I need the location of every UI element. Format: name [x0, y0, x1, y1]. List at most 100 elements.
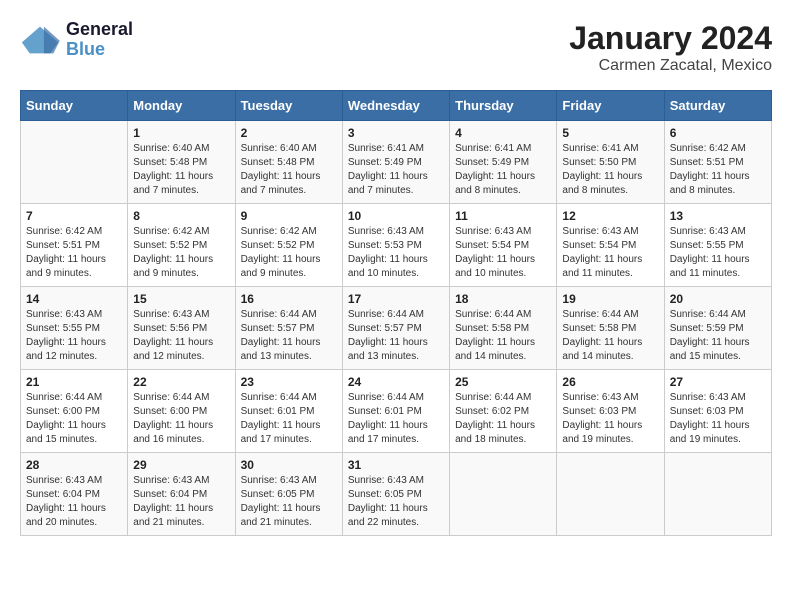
- calendar-week-row: 28Sunrise: 6:43 AMSunset: 6:04 PMDayligh…: [21, 453, 772, 536]
- calendar-cell: 29 Sunrise: 6:43 AMSunset: 6:04 PMDayligh…: [128, 453, 235, 536]
- day-info: Sunrise: 6:43 AMSunset: 6:05 PMDaylight:…: [241, 474, 337, 530]
- calendar-cell: 12 Sunrise: 6:43 AMSunset: 5:54 PMDayligh…: [557, 204, 664, 287]
- day-number: 19: [562, 292, 658, 306]
- calendar-cell: 13Sunrise: 6:43 AMSunset: 5:55 PMDayligh…: [664, 204, 771, 287]
- day-number: 2: [241, 126, 337, 140]
- day-number: 10: [348, 209, 444, 223]
- day-info: Sunrise: 6:44 AMSunset: 5:58 PMDaylight:…: [562, 308, 658, 364]
- day-info: Sunrise: 6:43 AMSunset: 6:04 PMDaylight:…: [26, 474, 122, 530]
- subtitle: Carmen Zacatal, Mexico: [569, 57, 772, 75]
- day-number: 16: [241, 292, 337, 306]
- calendar-header-row: SundayMondayTuesdayWednesdayThursdayFrid…: [21, 91, 772, 121]
- day-info: Sunrise: 6:44 AMSunset: 6:00 PMDaylight:…: [133, 391, 229, 447]
- calendar-cell: 17 Sunrise: 6:44 AMSunset: 5:57 PMDayligh…: [342, 287, 449, 370]
- calendar-cell: [21, 121, 128, 204]
- calendar-cell: 8Sunrise: 6:42 AMSunset: 5:52 PMDaylight…: [128, 204, 235, 287]
- day-number: 20: [670, 292, 766, 306]
- day-info: Sunrise: 6:43 AMSunset: 6:04 PMDaylight:…: [133, 474, 229, 530]
- calendar-cell: 23 Sunrise: 6:44 AMSunset: 6:01 PMDayligh…: [235, 370, 342, 453]
- day-number: 7: [26, 209, 122, 223]
- page-header: General Blue January 2024 Carmen Zacatal…: [20, 20, 772, 75]
- day-number: 11: [455, 209, 551, 223]
- calendar-week-row: 21 Sunrise: 6:44 AMSunset: 6:00 PMDayligh…: [21, 370, 772, 453]
- calendar-cell: 21Sunrise: 6:44 AMSunset: 6:00 PMDayligh…: [21, 370, 128, 453]
- calendar-cell: 3 Sunrise: 6:41 AMSunset: 5:49 PMDaylight…: [342, 121, 449, 204]
- calendar-cell: 28Sunrise: 6:43 AMSunset: 6:04 PMDayligh…: [21, 453, 128, 536]
- day-number: 3: [348, 126, 444, 140]
- col-header-wednesday: Wednesday: [342, 91, 449, 121]
- day-info: Sunrise: 6:43 AMSunset: 5:53 PMDaylight:…: [348, 225, 444, 281]
- day-number: 18: [455, 292, 551, 306]
- calendar-cell: 24Sunrise: 6:44 AMSunset: 6:01 PMDayligh…: [342, 370, 449, 453]
- calendar-week-row: 14 Sunrise: 6:43 AMSunset: 5:55 PMDayligh…: [21, 287, 772, 370]
- day-info: Sunrise: 6:44 AMSunset: 6:02 PMDaylight:…: [455, 391, 551, 447]
- calendar-cell: 19 Sunrise: 6:44 AMSunset: 5:58 PMDayligh…: [557, 287, 664, 370]
- day-number: 14: [26, 292, 122, 306]
- calendar-cell: 5Sunrise: 6:41 AMSunset: 5:50 PMDaylight…: [557, 121, 664, 204]
- col-header-tuesday: Tuesday: [235, 91, 342, 121]
- logo-icon: [20, 25, 60, 55]
- calendar-cell: 6 Sunrise: 6:42 AMSunset: 5:51 PMDaylight…: [664, 121, 771, 204]
- calendar-cell: [450, 453, 557, 536]
- col-header-thursday: Thursday: [450, 91, 557, 121]
- col-header-saturday: Saturday: [664, 91, 771, 121]
- day-info: Sunrise: 6:44 AMSunset: 5:57 PMDaylight:…: [348, 308, 444, 364]
- day-info: Sunrise: 6:43 AMSunset: 5:54 PMDaylight:…: [562, 225, 658, 281]
- day-number: 9: [241, 209, 337, 223]
- calendar-cell: 11 Sunrise: 6:43 AMSunset: 5:54 PMDayligh…: [450, 204, 557, 287]
- day-number: 21: [26, 375, 122, 389]
- calendar-cell: [557, 453, 664, 536]
- calendar-cell: 26 Sunrise: 6:43 AMSunset: 6:03 PMDayligh…: [557, 370, 664, 453]
- calendar-cell: 9 Sunrise: 6:42 AMSunset: 5:52 PMDaylight…: [235, 204, 342, 287]
- logo-text: General Blue: [66, 20, 133, 60]
- calendar-cell: 25 Sunrise: 6:44 AMSunset: 6:02 PMDayligh…: [450, 370, 557, 453]
- calendar-cell: 4 Sunrise: 6:41 AMSunset: 5:49 PMDaylight…: [450, 121, 557, 204]
- calendar-cell: 30 Sunrise: 6:43 AMSunset: 6:05 PMDayligh…: [235, 453, 342, 536]
- day-info: Sunrise: 6:44 AMSunset: 6:01 PMDaylight:…: [241, 391, 337, 447]
- day-number: 17: [348, 292, 444, 306]
- day-info: Sunrise: 6:41 AMSunset: 5:49 PMDaylight:…: [348, 142, 444, 198]
- day-info: Sunrise: 6:44 AMSunset: 5:58 PMDaylight:…: [455, 308, 551, 364]
- day-info: Sunrise: 6:40 AMSunset: 5:48 PMDaylight:…: [241, 142, 337, 198]
- day-info: Sunrise: 6:41 AMSunset: 5:50 PMDaylight:…: [562, 142, 658, 198]
- day-info: Sunrise: 6:42 AMSunset: 5:52 PMDaylight:…: [241, 225, 337, 281]
- day-info: Sunrise: 6:43 AMSunset: 5:56 PMDaylight:…: [133, 308, 229, 364]
- day-number: 6: [670, 126, 766, 140]
- calendar-week-row: 1 Sunrise: 6:40 AMSunset: 5:48 PMDaylight…: [21, 121, 772, 204]
- calendar-cell: 16 Sunrise: 6:44 AMSunset: 5:57 PMDayligh…: [235, 287, 342, 370]
- title-area: January 2024 Carmen Zacatal, Mexico: [569, 20, 772, 75]
- calendar-cell: 27 Sunrise: 6:43 AMSunset: 6:03 PMDayligh…: [664, 370, 771, 453]
- calendar-cell: [664, 453, 771, 536]
- calendar-week-row: 7Sunrise: 6:42 AMSunset: 5:51 PMDaylight…: [21, 204, 772, 287]
- day-info: Sunrise: 6:41 AMSunset: 5:49 PMDaylight:…: [455, 142, 551, 198]
- day-number: 13: [670, 209, 766, 223]
- day-number: 25: [455, 375, 551, 389]
- day-number: 26: [562, 375, 658, 389]
- day-info: Sunrise: 6:44 AMSunset: 5:59 PMDaylight:…: [670, 308, 766, 364]
- day-number: 27: [670, 375, 766, 389]
- day-info: Sunrise: 6:43 AMSunset: 6:03 PMDaylight:…: [562, 391, 658, 447]
- calendar-cell: 15 Sunrise: 6:43 AMSunset: 5:56 PMDayligh…: [128, 287, 235, 370]
- calendar-cell: 1 Sunrise: 6:40 AMSunset: 5:48 PMDaylight…: [128, 121, 235, 204]
- day-info: Sunrise: 6:44 AMSunset: 5:57 PMDaylight:…: [241, 308, 337, 364]
- main-title: January 2024: [569, 20, 772, 57]
- day-info: Sunrise: 6:43 AMSunset: 5:54 PMDaylight:…: [455, 225, 551, 281]
- calendar-table: SundayMondayTuesdayWednesdayThursdayFrid…: [20, 90, 772, 536]
- day-info: Sunrise: 6:43 AMSunset: 5:55 PMDaylight:…: [26, 308, 122, 364]
- day-number: 30: [241, 458, 337, 472]
- day-info: Sunrise: 6:42 AMSunset: 5:51 PMDaylight:…: [670, 142, 766, 198]
- day-number: 1: [133, 126, 229, 140]
- day-number: 4: [455, 126, 551, 140]
- day-number: 15: [133, 292, 229, 306]
- day-info: Sunrise: 6:42 AMSunset: 5:52 PMDaylight:…: [133, 225, 229, 281]
- day-number: 29: [133, 458, 229, 472]
- day-number: 23: [241, 375, 337, 389]
- day-info: Sunrise: 6:43 AMSunset: 6:03 PMDaylight:…: [670, 391, 766, 447]
- day-number: 31: [348, 458, 444, 472]
- calendar-cell: 2 Sunrise: 6:40 AMSunset: 5:48 PMDaylight…: [235, 121, 342, 204]
- day-number: 12: [562, 209, 658, 223]
- day-info: Sunrise: 6:40 AMSunset: 5:48 PMDaylight:…: [133, 142, 229, 198]
- col-header-friday: Friday: [557, 91, 664, 121]
- day-info: Sunrise: 6:44 AMSunset: 6:01 PMDaylight:…: [348, 391, 444, 447]
- logo-line2: Blue: [66, 40, 133, 60]
